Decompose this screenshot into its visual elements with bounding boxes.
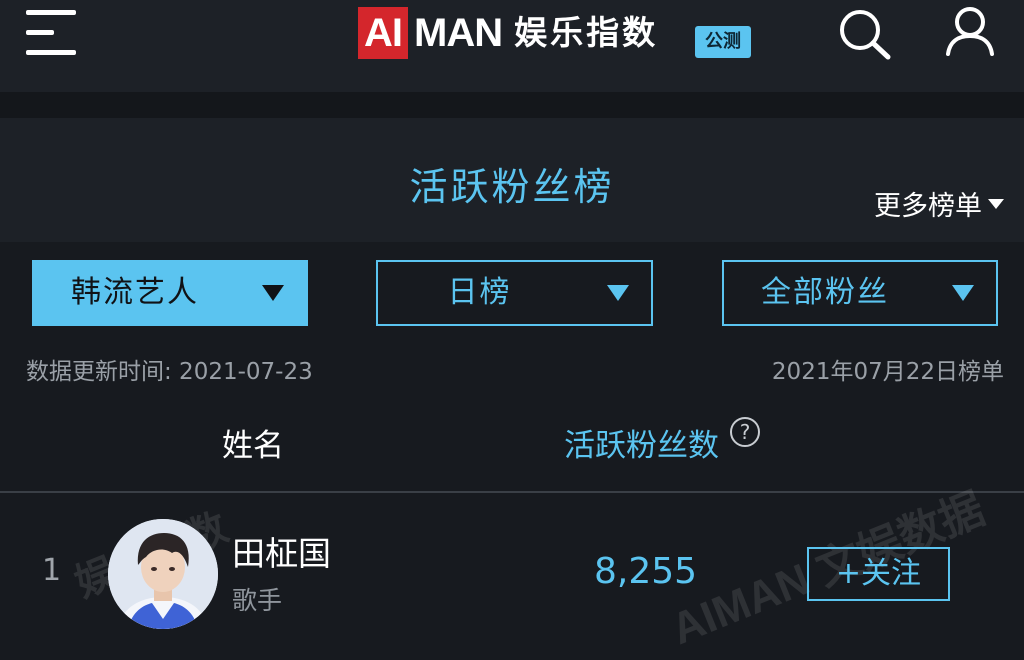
update-time: 数据更新时间: 2021-07-23 [26,359,313,385]
user-icon[interactable] [942,4,998,62]
filter-period-dropdown[interactable]: 日榜 [376,260,653,326]
logo-title: 娱乐指数 [514,13,659,52]
caret-down-icon [988,198,1004,209]
artist-role: 歌手 [232,586,283,615]
triangle-down-icon [952,285,974,301]
filter-fans-dropdown[interactable]: 全部粉丝 [722,260,998,326]
help-icon[interactable]: ? [730,417,760,447]
filter-period-label: 日榜 [447,275,512,310]
column-header-name: 姓名 [222,428,284,464]
filter-category-dropdown[interactable]: 韩流艺人 [32,260,308,326]
beta-badge: 公测 [695,26,751,58]
avatar[interactable] [108,519,218,629]
board-date: 2021年07月22日榜单 [771,359,1004,385]
more-boards-dropdown[interactable]: 更多榜单 [874,184,1004,223]
filter-fans-label: 全部粉丝 [761,275,889,310]
logo-man: MAN [414,11,503,55]
ranking-row[interactable]: 娱乐指数 AIMAN 文娱数据 1 田柾国 歌手 8,255 +关注 [0,484,1024,660]
app-logo[interactable]: AI MAN 娱乐指数 [358,6,658,60]
column-header-fans: 活跃粉丝数 [564,428,719,464]
header-separator [0,92,1024,118]
follow-button[interactable]: +关注 [807,547,950,601]
board-title: 活跃粉丝榜 [409,165,615,209]
board-title-bar: 活跃粉丝榜 更多榜单 [0,118,1024,242]
more-boards-label: 更多榜单 [874,191,982,222]
triangle-down-icon [607,285,629,301]
fan-count: 8,255 [594,551,698,592]
filter-category-label: 韩流艺人 [71,275,199,310]
triangle-down-icon [262,285,284,301]
menu-icon[interactable] [26,10,80,56]
artist-name[interactable]: 田柾国 [232,527,331,575]
logo-ai: AI [358,7,408,59]
search-icon[interactable] [836,4,894,62]
top-header: AI MAN 娱乐指数 公测 [0,0,1024,92]
rank-number: 1 [42,553,62,588]
